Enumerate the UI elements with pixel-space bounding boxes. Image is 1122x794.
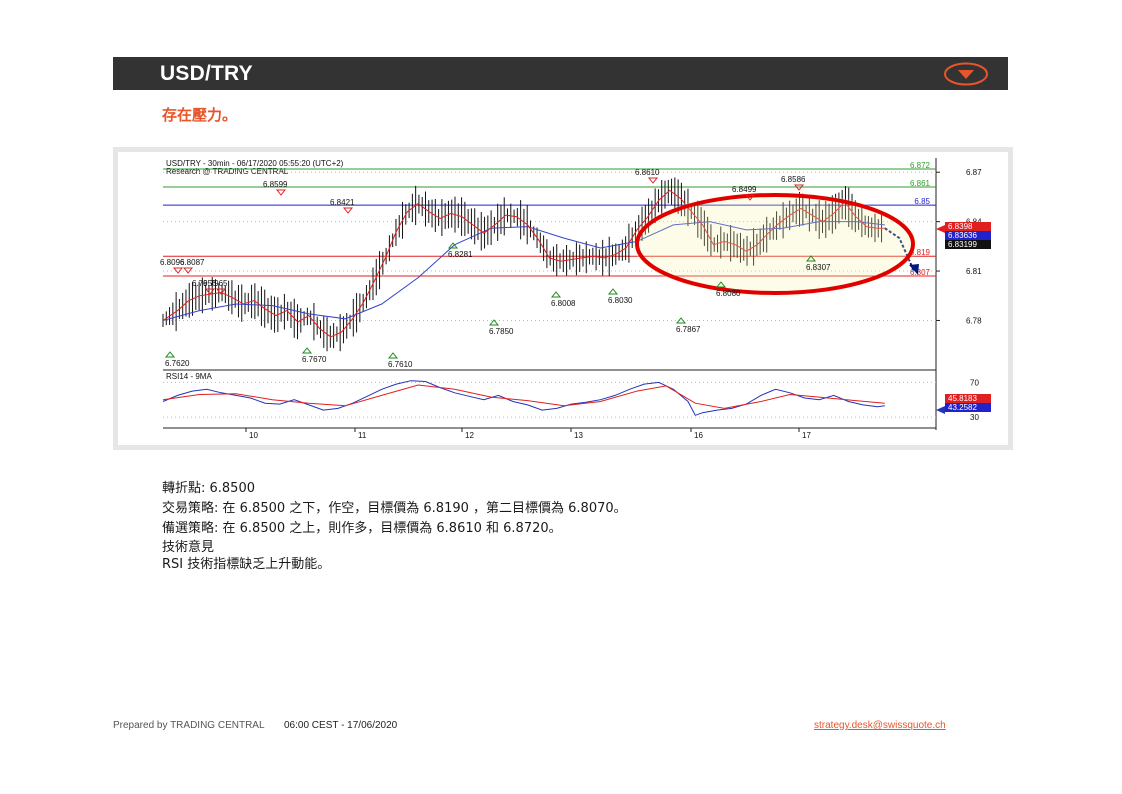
pivot-high-marker [275, 189, 287, 196]
rsi-tag-pointer [936, 406, 945, 414]
rsi-tick-label: 70 [970, 378, 979, 387]
alternative-text: 備選策略: 在 6.8500 之上，則作多，目標價為 6.8610 和 6.87… [162, 521, 562, 536]
pivot-low-marker [301, 347, 313, 354]
pivot-low-label: 6.7867 [676, 325, 701, 334]
pivot-low-marker [164, 351, 176, 358]
level-label: 6.861 [910, 179, 931, 188]
pivot-low-label: 6.7620 [165, 359, 190, 368]
highlight-glow [633, 192, 917, 296]
pivot-low-label: 6.8008 [551, 299, 576, 308]
opinion-title: 技術意見 [162, 540, 215, 555]
report-timestamp: 06:00 CEST - 17/06/2020 [284, 720, 398, 731]
pivot-high-label: 6.7965 [203, 279, 228, 288]
price-tag-label: 6.83199 [948, 240, 977, 249]
pivot-low-label: 6.7670 [302, 355, 327, 364]
level-label: 6.85 [914, 197, 930, 206]
price-tag-pointer [936, 225, 945, 233]
pivot-high-marker [342, 207, 354, 214]
y-tick-label: 6.87 [966, 168, 982, 177]
pivot-high-label: 6.8421 [330, 198, 355, 207]
header-bar: USD/TRY [113, 57, 1008, 90]
email-link[interactable]: strategy.desk@swissquote.ch [814, 720, 946, 731]
opinion-text: RSI 技術指標缺乏上升動能。 [162, 557, 331, 572]
strategy-text: 交易策略: 在 6.8500 之下，作空，目標價為 6.8190 ，第二目標價為… [162, 501, 627, 516]
x-tick-label: 13 [574, 431, 583, 440]
page-title: USD/TRY [160, 62, 253, 85]
rsi-ma-line [162, 384, 885, 409]
pivot-low-marker [550, 291, 562, 298]
pivot-low-label: 6.7850 [489, 327, 514, 336]
y-tick-label: 6.78 [966, 316, 982, 325]
chart-panel: USD/TRY - 30min - 06/17/2020 05:55:20 (U… [118, 152, 1008, 445]
pivot-low-label: 6.8281 [448, 250, 473, 259]
pivot-low-label: 6.8080 [716, 289, 741, 298]
analysis-block: 轉折點: 6.8500 交易策略: 在 6.8500 之下，作空，目標價為 6.… [162, 479, 627, 573]
price-chart: USD/TRY - 30min - 06/17/2020 05:55:20 (U… [160, 158, 991, 440]
prepared-by: Prepared by TRADING CENTRAL [113, 720, 265, 731]
x-tick-label: 17 [802, 431, 811, 440]
x-tick-label: 16 [694, 431, 703, 440]
pivot-high-marker [172, 267, 184, 274]
pivot-text: 轉折點: 6.8500 [162, 481, 255, 496]
chart-frame: USD/TRY - 30min - 06/17/2020 05:55:20 (U… [113, 147, 1013, 450]
rsi-label: RSI14 - 9MA [166, 372, 212, 381]
chevron-down-circle-icon[interactable] [944, 62, 988, 86]
pivot-low-marker [607, 288, 619, 295]
subtitle: 存在壓力。 [162, 106, 238, 124]
pivot-high-label: 6.8586 [781, 175, 806, 184]
pivot-low-label: 6.7610 [388, 360, 413, 369]
pivot-high-marker [182, 267, 194, 274]
x-tick-label: 12 [465, 431, 474, 440]
price-tag-label: 6.8398 [948, 222, 973, 231]
chart-subtitle: Research @ TRADING CENTRAL [166, 167, 289, 176]
y-tick-label: 6.81 [966, 267, 982, 276]
pivot-high-marker [647, 177, 659, 184]
rsi-tag-label: 43.2582 [948, 403, 977, 412]
pivot-high-label: 6.8087 [180, 258, 205, 267]
pivot-high-label: 6.8599 [263, 180, 288, 189]
pivot-low-label: 6.8307 [806, 263, 831, 272]
rsi-tick-label: 30 [970, 413, 979, 422]
pivot-low-label: 6.8030 [608, 296, 633, 305]
price-tag-label: 6.83636 [948, 231, 977, 240]
pivot-high-label: 6.8610 [635, 168, 660, 177]
level-label: 6.872 [910, 161, 931, 170]
x-tick-label: 11 [358, 431, 367, 440]
rsi-tag-label: 45.8183 [948, 394, 977, 403]
pivot-low-marker [387, 352, 399, 359]
pivot-high-label: 6.8499 [732, 185, 757, 194]
x-tick-label: 10 [249, 431, 258, 440]
